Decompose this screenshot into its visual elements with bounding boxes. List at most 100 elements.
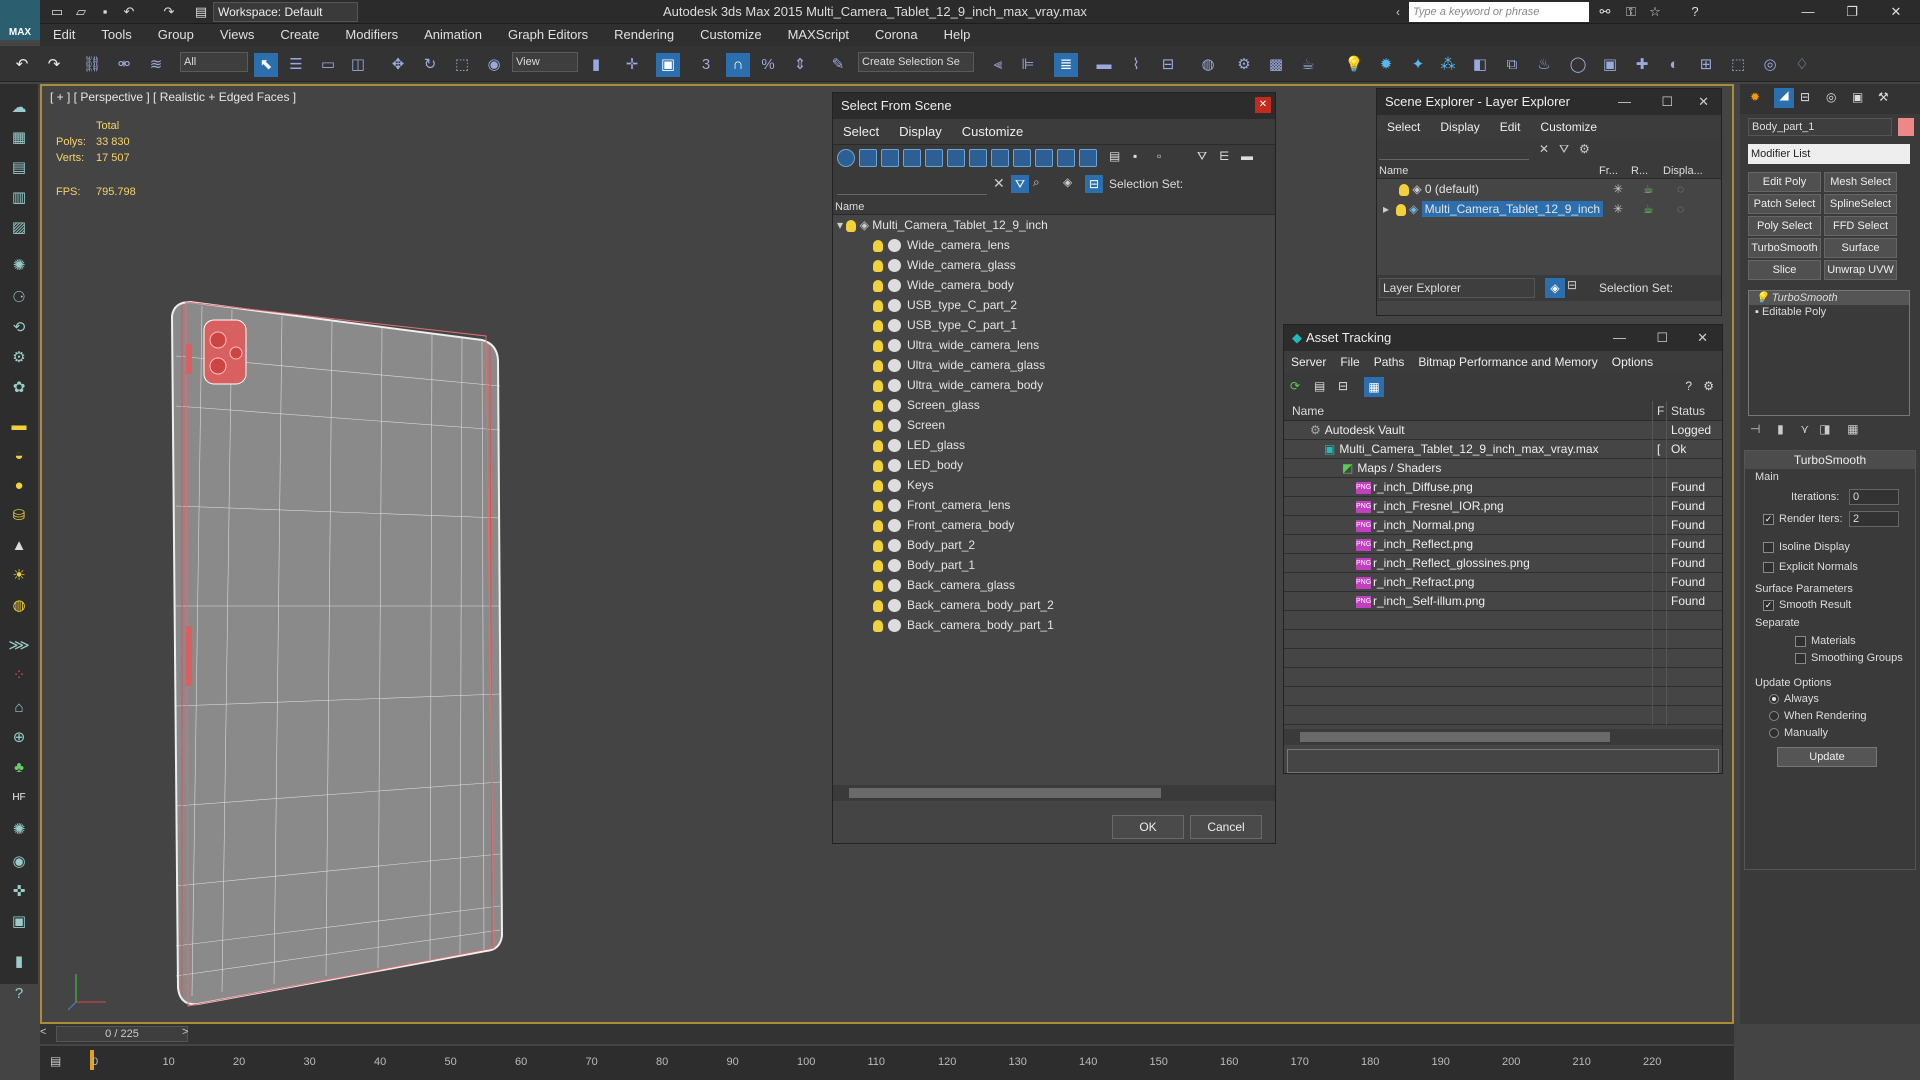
table-row[interactable]: PNG r_inch_Reflect.png Found <box>1284 535 1722 554</box>
light-bulb-icon[interactable] <box>873 359 883 372</box>
list-item[interactable]: Wide_camera_body <box>833 275 1275 295</box>
next-frame-icon[interactable]: > <box>182 1026 188 1038</box>
find-icon[interactable]: ⌕ <box>1033 175 1040 190</box>
plant-icon[interactable]: ♣ <box>7 756 31 780</box>
light-bulb-icon[interactable] <box>873 459 883 472</box>
minimize-icon[interactable]: — <box>1786 0 1830 24</box>
maximize-icon[interactable]: ☐ <box>1661 89 1673 115</box>
light-bulb-icon[interactable] <box>873 439 883 452</box>
menu-graph-editors[interactable]: Graph Editors <box>495 24 601 46</box>
display-all-icon[interactable]: ▤ <box>1109 149 1120 163</box>
table-row[interactable]: PNG r_inch_Normal.png Found <box>1284 516 1722 535</box>
redo-icon[interactable]: ↷ <box>42 53 66 77</box>
binoculars-icon[interactable]: ⚯ <box>1596 3 1614 21</box>
edit-poly-button[interactable]: Edit Poly <box>1748 172 1821 192</box>
workspace-dropdown[interactable]: Workspace: Default <box>213 2 358 22</box>
light-bulb-icon[interactable] <box>873 299 883 312</box>
hair-icon[interactable]: ⋙ <box>7 634 31 658</box>
hierarchy-icon[interactable]: ⊟ <box>1567 278 1577 292</box>
light-bulb-icon[interactable] <box>873 279 883 292</box>
list-item[interactable]: Keys <box>833 475 1275 495</box>
menu-maxscript[interactable]: MAXScript <box>775 24 862 46</box>
menu-bitmap-performance[interactable]: Bitmap Performance and Memory <box>1411 351 1604 373</box>
restore-icon[interactable]: ❐ <box>1830 0 1874 24</box>
surface-select-button[interactable]: Surface Select <box>1824 238 1897 272</box>
globe-icon[interactable]: ⊕ <box>7 726 31 750</box>
percent-snap-icon[interactable]: % <box>756 53 780 77</box>
modifier-list-dropdown[interactable]: Modifier List <box>1748 144 1910 164</box>
ok-button[interactable]: OK <box>1112 815 1184 839</box>
iterations-spinner[interactable]: 0 <box>1849 489 1899 505</box>
light-bulb-icon[interactable] <box>873 619 883 632</box>
tree-view-icon[interactable]: ⊟ <box>1338 379 1348 393</box>
cloud-icon[interactable]: ☁ <box>7 96 31 120</box>
redo-icon[interactable]: ↷ <box>160 3 178 21</box>
hierarchy-icon[interactable]: ⊟ <box>1085 175 1103 193</box>
asset-path-field[interactable] <box>1287 749 1719 773</box>
search-input[interactable]: Type a keyword or phrase <box>1409 2 1589 22</box>
asset-horizontal-scrollbar[interactable] <box>1284 729 1722 745</box>
light-bulb-icon[interactable] <box>873 239 883 252</box>
minimize-icon[interactable]: — <box>1613 325 1626 351</box>
motion-tab-icon[interactable]: ◎ <box>1826 90 1836 104</box>
select-filter-icon[interactable]: ⛛ <box>1011 175 1029 193</box>
prev-frame-icon[interactable]: < <box>40 1026 46 1038</box>
list-item[interactable]: LED_body <box>833 455 1275 475</box>
bind-spacewarp-icon[interactable]: ≋ <box>144 53 168 77</box>
render-iters-spinner[interactable]: 2 <box>1849 511 1899 527</box>
stack-icon[interactable]: ▨ <box>7 216 31 240</box>
object-name-field[interactable]: Body_part_1 <box>1748 118 1892 136</box>
poly-select-button[interactable]: Poly Select <box>1748 216 1821 236</box>
options-icon[interactable]: ⚙ <box>1579 142 1590 156</box>
undo-icon[interactable]: ↶ <box>120 3 138 21</box>
viewport-label[interactable]: [ + ] [ Perspective ] [ Realistic + Edge… <box>50 90 296 104</box>
refresh-icon[interactable]: ⟳ <box>1290 379 1300 393</box>
materials-checkbox[interactable] <box>1795 635 1806 647</box>
menu-animation[interactable]: Animation <box>411 24 495 46</box>
layers-icon[interactable]: ◈ <box>1545 278 1565 298</box>
bulb-outline-icon[interactable]: ♢ <box>1790 53 1814 77</box>
list-item[interactable]: Wide_camera_lens <box>833 235 1275 255</box>
light-bulb-icon[interactable] <box>873 559 883 572</box>
snaps-toggle-icon[interactable]: 3 <box>694 53 718 77</box>
scale-icon[interactable]: ⬚ <box>450 53 474 77</box>
utilities-tab-icon[interactable]: ⚒ <box>1878 90 1889 104</box>
spin-icon[interactable]: ⟲ <box>7 316 31 340</box>
collapse-icon[interactable]: ▬ <box>1241 149 1253 163</box>
particles-icon[interactable]: ⁘ <box>7 664 31 688</box>
explorer-search-input[interactable] <box>1379 142 1529 160</box>
sun-icon[interactable]: ☀ <box>7 564 31 588</box>
menu-create[interactable]: Create <box>267 24 332 46</box>
table-row[interactable]: PNG r_inch_Self-illum.png Found <box>1284 592 1722 611</box>
isoline-checkbox[interactable] <box>1763 541 1774 553</box>
time-slider[interactable]: < 0 / 225 > <box>40 1024 1734 1044</box>
menu-tools[interactable]: Tools <box>88 24 144 46</box>
frame-counter[interactable]: 0 / 225 <box>56 1026 188 1042</box>
hf-icon[interactable]: HF <box>7 786 31 810</box>
undo-icon[interactable]: ↶ <box>10 53 34 77</box>
cameras-filter-icon[interactable] <box>903 149 921 167</box>
lock-icon[interactable]: ✚ <box>1630 53 1654 77</box>
toggle-icon[interactable]: ⧉ <box>1500 53 1524 77</box>
window-crossing-icon[interactable]: ◫ <box>346 53 370 77</box>
light-bulb-icon[interactable] <box>873 599 883 612</box>
close-icon[interactable]: ✕ <box>1698 89 1709 115</box>
list-item[interactable]: Front_camera_body <box>833 515 1275 535</box>
phone-icon[interactable]: ▮ <box>7 950 31 974</box>
list-item[interactable]: Screen <box>833 415 1275 435</box>
table-row[interactable]: ▣ Multi_Camera_Tablet_12_9_inch_max_vray.… <box>1284 440 1722 459</box>
teapot-icon[interactable]: ⛁ <box>7 504 31 528</box>
snapshot-icon[interactable]: ◐ <box>1662 53 1686 77</box>
clear-icon[interactable]: ✕ <box>1539 142 1549 156</box>
object-color-swatch[interactable] <box>1898 118 1914 136</box>
list-item[interactable]: Back_camera_body_part_2 <box>833 595 1275 615</box>
box-icon[interactable]: ⬚ <box>1726 53 1750 77</box>
render-teapot-icon[interactable]: ☕ <box>1643 199 1654 219</box>
display-icon[interactable]: ◌ <box>1677 199 1684 219</box>
named-selection-set-dropdown[interactable]: Create Selection Se <box>858 52 974 72</box>
light-bulb-icon[interactable] <box>873 519 883 532</box>
table-row[interactable]: ⚙Autodesk Vault Logged O <box>1284 421 1722 440</box>
pivot-center-icon[interactable]: ▮ <box>584 53 608 77</box>
list-item[interactable]: USB_type_C_part_2 <box>833 295 1275 315</box>
table-view-icon[interactable]: ▦ <box>1364 377 1384 397</box>
